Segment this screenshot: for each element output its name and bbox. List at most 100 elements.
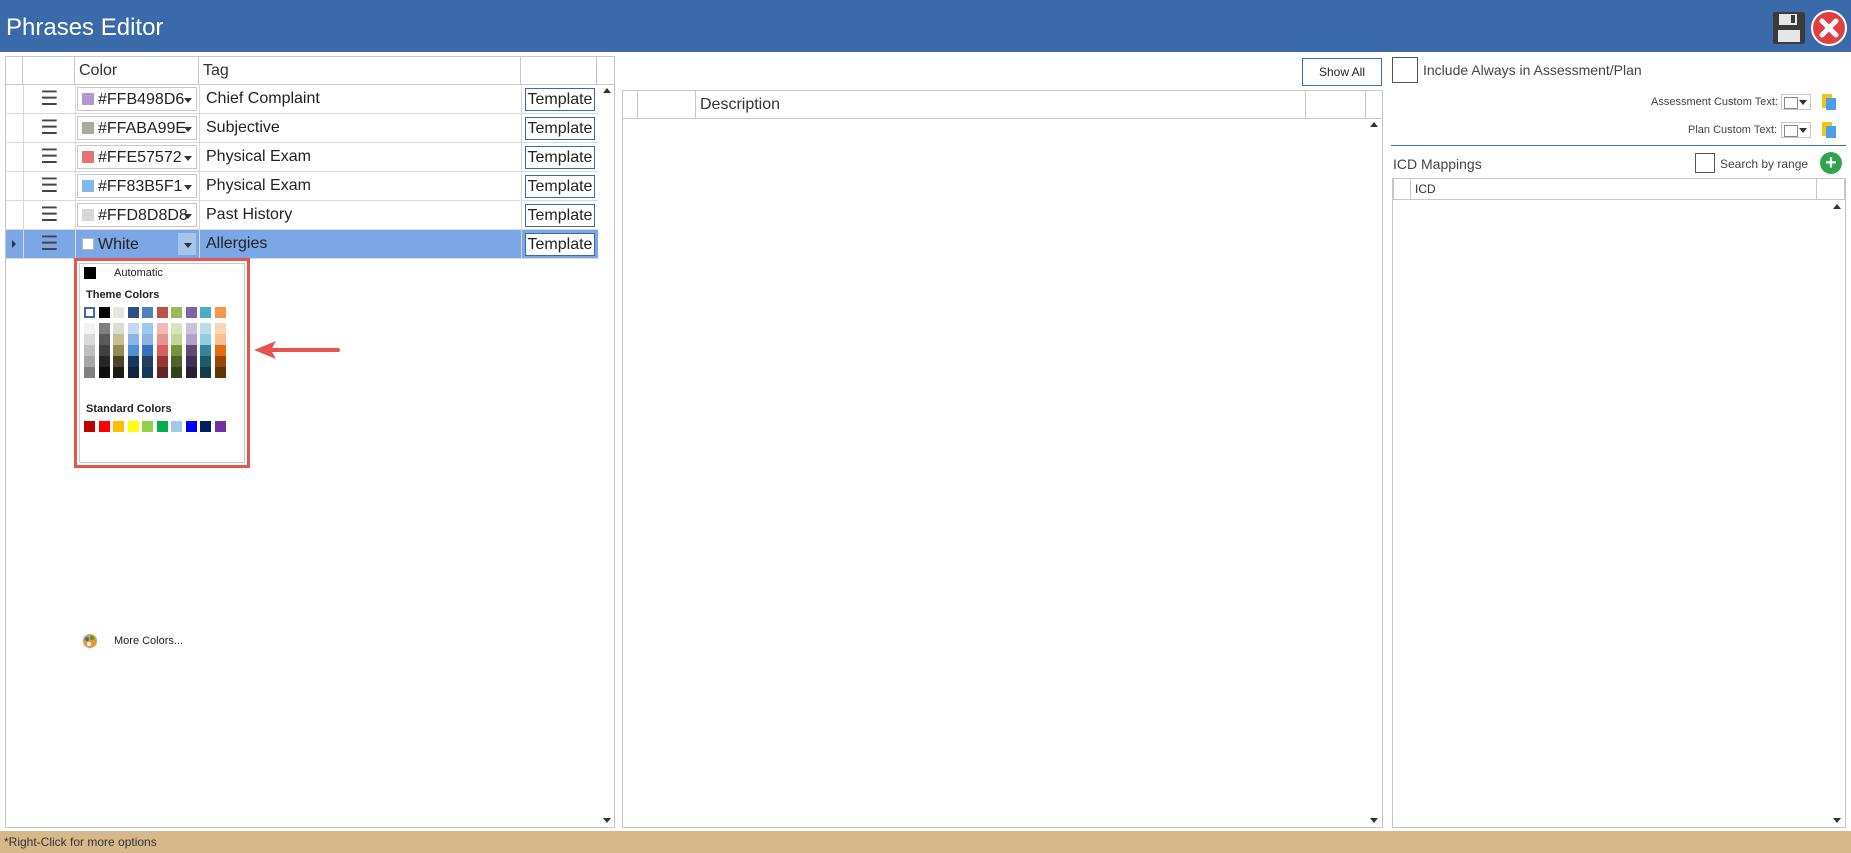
standard-color-swatch[interactable] — [171, 421, 182, 432]
theme-color-swatch[interactable] — [127, 307, 139, 318]
table-row[interactable]: ☰ #FFB498D6 Chief Complaint Template — [6, 85, 598, 114]
template-button[interactable]: Template — [525, 233, 595, 256]
theme-shade-swatch[interactable] — [156, 334, 168, 345]
theme-color-swatch[interactable] — [98, 307, 110, 318]
theme-shade-swatch[interactable] — [98, 356, 110, 367]
automatic-color-option[interactable]: Automatic — [80, 264, 246, 282]
color-dropdown[interactable]: #FFABA99E — [77, 116, 197, 140]
theme-shade-swatch[interactable] — [98, 345, 110, 356]
chevron-down-icon[interactable] — [178, 146, 196, 168]
theme-shade-swatch[interactable] — [171, 356, 182, 367]
drag-handle-icon[interactable]: ☰ — [24, 201, 76, 230]
chevron-down-icon[interactable] — [178, 233, 196, 255]
template-button[interactable]: Template — [525, 88, 595, 111]
color-dropdown[interactable]: #FFD8D8D8 — [77, 203, 197, 227]
standard-color-swatch[interactable] — [84, 421, 95, 432]
theme-shade-swatch[interactable] — [84, 323, 95, 334]
theme-shade-swatch[interactable] — [98, 367, 110, 378]
chevron-down-icon[interactable] — [178, 175, 196, 197]
color-dropdown[interactable]: #FF83B5F1 — [77, 174, 197, 198]
standard-color-swatch[interactable] — [142, 421, 153, 432]
theme-shade-swatch[interactable] — [156, 367, 168, 378]
standard-color-swatch[interactable] — [185, 421, 197, 432]
table-row[interactable]: ☰ #FFD8D8D8 Past History Template — [6, 201, 598, 230]
theme-shade-swatch[interactable] — [98, 334, 110, 345]
table-row[interactable]: ☰ #FF83B5F1 Physical Exam Template — [6, 172, 598, 201]
theme-shade-swatch[interactable] — [171, 334, 182, 345]
add-icd-button[interactable]: + — [1820, 152, 1842, 174]
theme-shade-swatch[interactable] — [84, 367, 95, 378]
theme-shade-swatch[interactable] — [185, 367, 197, 378]
standard-color-swatch[interactable] — [98, 421, 110, 432]
tag-cell[interactable]: Past History — [200, 201, 522, 230]
theme-shade-swatch[interactable] — [200, 345, 211, 356]
theme-shade-swatch[interactable] — [156, 323, 168, 334]
icd-column-header[interactable]: ICD — [1411, 179, 1817, 199]
theme-color-swatch[interactable] — [214, 307, 226, 318]
theme-shade-swatch[interactable] — [84, 334, 95, 345]
theme-shade-swatch[interactable] — [185, 356, 197, 367]
save-button[interactable] — [1771, 10, 1807, 46]
standard-color-swatch[interactable] — [214, 421, 226, 432]
theme-shade-swatch[interactable] — [200, 334, 211, 345]
theme-shade-swatch[interactable] — [200, 323, 211, 334]
paste-icon[interactable] — [1822, 120, 1836, 138]
icd-scrollbar[interactable] — [1830, 201, 1844, 827]
theme-color-swatch[interactable] — [185, 307, 197, 318]
theme-shade-swatch[interactable] — [84, 356, 95, 367]
theme-shade-swatch[interactable] — [142, 367, 153, 378]
theme-shade-swatch[interactable] — [142, 356, 153, 367]
theme-shade-swatch[interactable] — [127, 367, 139, 378]
standard-color-swatch[interactable] — [127, 421, 139, 432]
standard-color-swatch[interactable] — [200, 421, 211, 432]
theme-shade-swatch[interactable] — [171, 323, 182, 334]
theme-shade-swatch[interactable] — [113, 356, 124, 367]
theme-shade-swatch[interactable] — [214, 367, 226, 378]
plan-custom-text-dropdown[interactable] — [1781, 122, 1811, 138]
theme-color-swatch[interactable] — [156, 307, 168, 318]
theme-shade-swatch[interactable] — [171, 345, 182, 356]
theme-shade-swatch[interactable] — [113, 367, 124, 378]
description-scrollbar[interactable] — [1367, 119, 1381, 827]
search-by-range-checkbox[interactable] — [1695, 153, 1715, 173]
theme-shade-swatch[interactable] — [185, 323, 197, 334]
theme-shade-swatch[interactable] — [214, 334, 226, 345]
theme-shade-swatch[interactable] — [113, 323, 124, 334]
tag-cell[interactable]: Physical Exam — [200, 143, 522, 172]
theme-color-swatch[interactable] — [113, 307, 124, 318]
grid-scrollbar[interactable] — [600, 85, 614, 827]
template-button[interactable]: Template — [525, 204, 595, 227]
drag-handle-icon[interactable]: ☰ — [24, 85, 76, 114]
assessment-custom-text-dropdown[interactable] — [1781, 94, 1811, 110]
color-dropdown[interactable]: #FFE57572 — [77, 145, 197, 169]
chevron-down-icon[interactable] — [178, 88, 196, 110]
theme-shade-swatch[interactable] — [113, 345, 124, 356]
theme-shade-swatch[interactable] — [127, 334, 139, 345]
theme-color-swatch[interactable] — [84, 307, 95, 318]
theme-shade-swatch[interactable] — [200, 356, 211, 367]
theme-shade-swatch[interactable] — [98, 323, 110, 334]
theme-shade-swatch[interactable] — [113, 334, 124, 345]
drag-handle-icon[interactable]: ☰ — [24, 172, 76, 201]
theme-shade-swatch[interactable] — [127, 356, 139, 367]
close-button[interactable] — [1811, 10, 1847, 46]
tag-column-header[interactable]: Tag — [199, 56, 521, 84]
table-row[interactable]: ☰ #FFE57572 Physical Exam Template — [6, 143, 598, 172]
theme-shade-swatch[interactable] — [156, 345, 168, 356]
theme-shade-swatch[interactable] — [171, 367, 182, 378]
show-all-button[interactable]: Show All — [1302, 58, 1382, 86]
tag-cell[interactable]: Physical Exam — [200, 172, 522, 201]
tag-cell[interactable]: Subjective — [200, 114, 522, 143]
theme-shade-swatch[interactable] — [142, 334, 153, 345]
theme-shade-swatch[interactable] — [214, 323, 226, 334]
template-button[interactable]: Template — [525, 175, 595, 198]
color-dropdown[interactable]: White — [77, 232, 197, 256]
theme-shade-swatch[interactable] — [214, 345, 226, 356]
drag-handle-icon[interactable]: ☰ — [24, 230, 76, 259]
theme-shade-swatch[interactable] — [84, 345, 95, 356]
more-colors-option[interactable]: More Colors... — [80, 448, 246, 648]
drag-handle-icon[interactable]: ☰ — [24, 114, 76, 143]
tag-cell[interactable]: Chief Complaint — [200, 85, 522, 114]
drag-handle-icon[interactable]: ☰ — [24, 143, 76, 172]
theme-shade-swatch[interactable] — [127, 323, 139, 334]
